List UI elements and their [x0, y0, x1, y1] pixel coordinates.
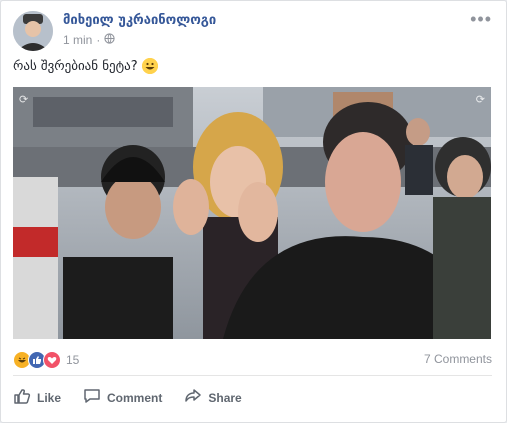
video-icon: ⟳ [475, 94, 485, 106]
post-text-row: რას შვრებიან ნეტა? [13, 58, 158, 74]
post-meta: 1 min · [63, 33, 115, 47]
like-label: Like [37, 390, 62, 405]
post-text: რას შვრებიან ნეტა? [13, 58, 138, 74]
author-avatar[interactable] [13, 11, 53, 51]
thumbs-up-icon [13, 387, 31, 408]
comments-count-link[interactable]: 7 Comments [424, 352, 492, 366]
post-card: მიხეილ უკრაინოლოგი 1 min · ••• რას შვრებ… [0, 0, 507, 423]
post-options-icon[interactable]: ••• [470, 9, 492, 30]
share-icon [184, 387, 202, 408]
comment-label: Comment [107, 390, 163, 405]
comment-icon [83, 387, 101, 408]
globe-icon[interactable] [104, 33, 115, 47]
post-video[interactable]: ⟳ ⟳ [13, 87, 491, 339]
like-button[interactable]: Like [13, 387, 83, 408]
reactions-summary[interactable]: 15 [13, 351, 79, 369]
video-icon: ⟳ [19, 94, 29, 106]
share-label: Share [208, 390, 242, 405]
actions-divider [13, 375, 492, 376]
post-actions: Like Comment Share [13, 387, 264, 408]
post-time[interactable]: 1 min [63, 33, 92, 47]
comment-button[interactable]: Comment [83, 387, 184, 408]
love-icon [43, 351, 61, 369]
grinning-face-icon [141, 58, 158, 74]
share-button[interactable]: Share [184, 387, 263, 408]
reaction-count: 15 [66, 353, 80, 367]
author-name[interactable]: მიხეილ უკრაინოლოგი [63, 13, 216, 28]
